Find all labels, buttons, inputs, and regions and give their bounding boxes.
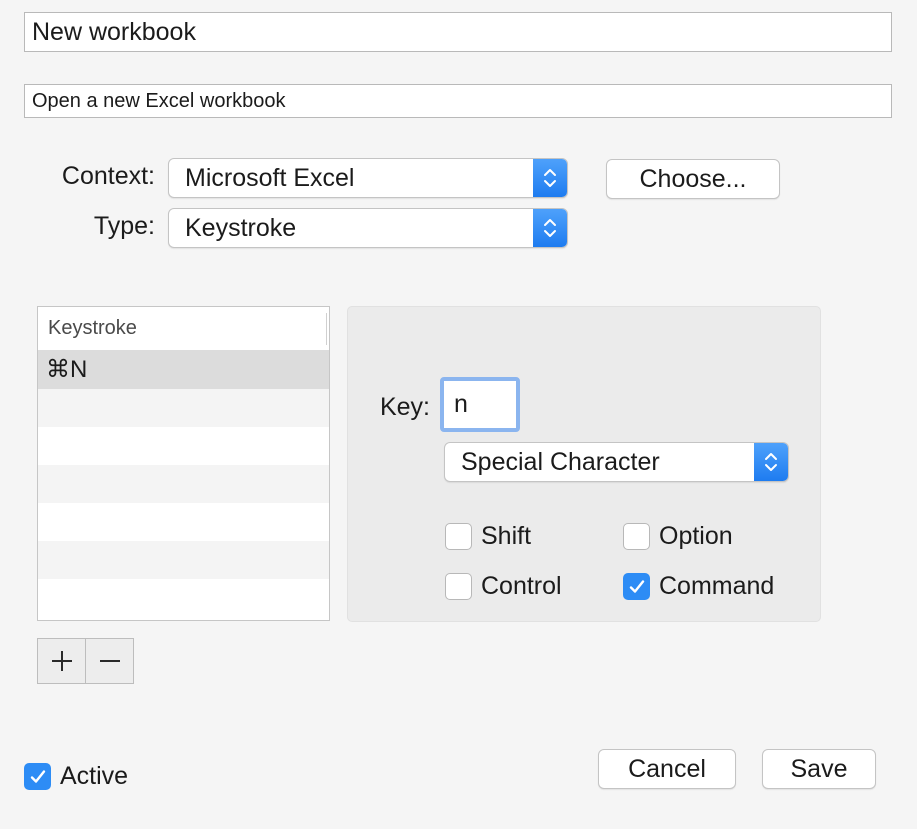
updown-chevron-icon (533, 209, 567, 247)
table-cell-keystroke: ⌘N (46, 356, 88, 383)
key-input[interactable]: n (440, 377, 520, 432)
type-popup[interactable]: Keystroke (168, 208, 568, 248)
context-label: Context: (61, 162, 155, 190)
context-popup[interactable]: Microsoft Excel (168, 158, 568, 198)
option-checkbox[interactable] (623, 523, 650, 550)
key-input-value: n (454, 390, 468, 418)
checkmark-icon (30, 769, 45, 783)
cancel-button[interactable]: Cancel (598, 749, 736, 789)
control-label: Control (481, 572, 562, 600)
command-checkbox-row[interactable]: Command (623, 572, 774, 601)
table-header[interactable]: Keystroke (38, 307, 329, 351)
name-field-value: New workbook (32, 17, 196, 46)
option-checkbox-row[interactable]: Option (623, 522, 733, 551)
table-row[interactable]: ⌘N (38, 351, 329, 389)
control-checkbox-row[interactable]: Control (445, 572, 562, 601)
name-field[interactable]: New workbook (24, 12, 892, 52)
shift-label: Shift (481, 522, 532, 550)
type-popup-value: Keystroke (185, 213, 297, 242)
command-checkbox[interactable] (623, 573, 650, 600)
add-remove-control (37, 638, 135, 684)
active-label: Active (60, 762, 129, 790)
option-label: Option (659, 522, 733, 550)
special-character-popup[interactable]: Special Character (444, 442, 789, 482)
table-row-empty (38, 579, 329, 617)
description-field[interactable]: Open a new Excel workbook (24, 84, 892, 118)
table-row-empty (38, 427, 329, 465)
choose-button[interactable]: Choose... (606, 159, 780, 199)
keystroke-table[interactable]: Keystroke ⌘N (37, 306, 330, 621)
description-field-value: Open a new Excel workbook (32, 89, 286, 112)
checkmark-icon (629, 579, 644, 593)
table-header-keystroke: Keystroke (48, 317, 137, 339)
shift-checkbox[interactable] (445, 523, 472, 550)
shift-checkbox-row[interactable]: Shift (445, 522, 531, 551)
updown-chevron-icon (533, 159, 567, 197)
type-label: Type: (93, 212, 155, 240)
control-checkbox[interactable] (445, 573, 472, 600)
save-button[interactable]: Save (762, 749, 876, 789)
plus-icon (51, 651, 72, 671)
key-label: Key: (379, 393, 430, 421)
context-popup-value: Microsoft Excel (185, 163, 355, 192)
active-checkbox[interactable] (24, 763, 51, 790)
table-row-empty (38, 465, 329, 503)
updown-chevron-icon (754, 443, 788, 481)
table-row-empty (38, 389, 329, 427)
command-label: Command (659, 572, 775, 600)
minus-icon (99, 660, 120, 662)
column-divider (326, 313, 327, 345)
add-button[interactable] (37, 638, 86, 684)
table-row-empty (38, 503, 329, 541)
table-row-empty (38, 541, 329, 579)
special-character-value: Special Character (461, 447, 660, 476)
active-checkbox-row[interactable]: Active (24, 762, 128, 791)
remove-button[interactable] (85, 638, 134, 684)
